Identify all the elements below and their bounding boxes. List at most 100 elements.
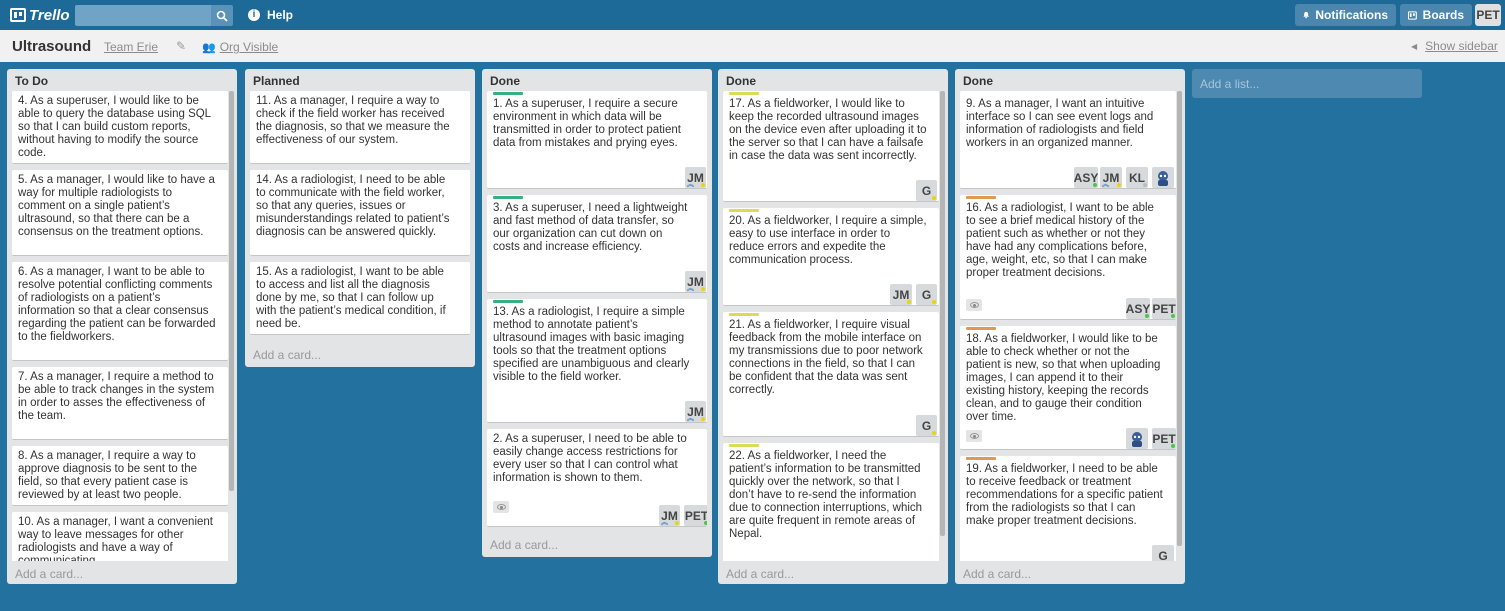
card[interactable]: 9. As a manager, I want an intuitive int… (960, 91, 1176, 189)
member-avatar-jm[interactable]: JM ︽ (685, 401, 706, 422)
card-label-yellow (729, 444, 759, 447)
logo-text: Trello (29, 6, 70, 24)
top-header: Trello i Help Notifications Boards PET (0, 0, 1505, 30)
chevrons-icon: ︽ (687, 181, 694, 188)
card-text: 9. As a manager, I want an intuitive int… (966, 98, 1154, 149)
card-text: 1. As a superuser, I require a secure en… (493, 98, 681, 149)
boards-button[interactable]: Boards (1400, 4, 1472, 26)
add-card-link[interactable]: Add a card... (15, 567, 83, 581)
card-container: 9. As a manager, I want an intuitive int… (960, 91, 1176, 561)
add-card-link[interactable]: Add a card... (490, 538, 558, 552)
card-text: 13. As a radiologist, I require a simple… (493, 306, 690, 383)
list-title[interactable]: Done (726, 74, 756, 88)
visibility-label: Org Visible (219, 40, 279, 54)
card-text: 16. As a radiologist, I want to be able … (966, 202, 1154, 279)
member-avatar-g[interactable]: G (916, 284, 937, 305)
member-avatar-g[interactable]: G (1152, 545, 1174, 561)
help-link[interactable]: i Help (248, 8, 293, 22)
scrollbar[interactable] (229, 91, 234, 491)
member-avatar-jm[interactable]: JM ︽ (685, 167, 706, 188)
card[interactable]: 6. As a manager, I want to be able to re… (12, 262, 228, 361)
member-avatar-pet[interactable]: PET (1152, 298, 1176, 319)
user-avatar[interactable]: PET (1475, 4, 1501, 26)
add-list-input[interactable]: Add a list... (1192, 69, 1422, 98)
card[interactable]: 5. As a manager, I would like to have a … (12, 170, 228, 256)
card-text: 11. As a manager, I require a way to che… (256, 95, 450, 146)
card-text: 14. As a radiologist, I need to be able … (256, 174, 450, 238)
card[interactable]: 2. As a superuser, I need to be able to … (487, 429, 707, 527)
robot-avatar-icon[interactable] (1152, 167, 1174, 188)
list-done-2: Done 17. As a fieldworker, I would like … (718, 69, 948, 584)
scrollbar[interactable] (940, 91, 945, 536)
edit-pencil-icon[interactable]: ✎ (176, 39, 186, 53)
visibility-link[interactable]: 👥 Org Visible (202, 40, 278, 54)
search-input[interactable] (75, 5, 211, 26)
show-sidebar-link[interactable]: ◀ Show sidebar (1411, 39, 1498, 53)
card-label-yellow (729, 209, 759, 212)
card-text: 7. As a manager, I require a method to b… (18, 371, 215, 422)
member-avatar-kl[interactable]: KL (1126, 167, 1148, 188)
chevrons-icon: ︽ (687, 415, 694, 422)
card[interactable]: 17. As a fieldworker, I would like to ke… (723, 91, 939, 202)
notifications-button[interactable]: Notifications (1295, 4, 1396, 26)
scrollbar[interactable] (1177, 91, 1182, 546)
member-avatar-asy[interactable]: ASY (1126, 298, 1150, 319)
search-button[interactable] (211, 5, 233, 26)
add-card-link[interactable]: Add a card... (963, 567, 1031, 581)
card[interactable]: 10. As a manager, I want a convenient wa… (12, 512, 228, 561)
watch-eye-icon (966, 299, 982, 311)
chevrons-icon: ︽ (1102, 181, 1109, 188)
card-label-yellow (729, 92, 759, 95)
bell-icon (1303, 11, 1310, 19)
add-card-link[interactable]: Add a card... (726, 567, 794, 581)
member-avatar-pet[interactable]: PET (684, 505, 707, 526)
board-title[interactable]: Ultrasound (12, 38, 91, 55)
card-text: 10. As a manager, I want a convenient wa… (18, 516, 213, 561)
card[interactable]: 21. As a fieldworker, I require visual f… (723, 312, 939, 437)
card-text: 20. As a fieldworker, I require a simple… (729, 215, 927, 266)
board-team-link[interactable]: Team Erie (104, 40, 158, 54)
card[interactable]: 18. As a fieldworker, I would like to be… (960, 326, 1176, 450)
robot-avatar-icon[interactable] (1126, 428, 1148, 449)
card[interactable]: 7. As a manager, I require a method to b… (12, 367, 228, 440)
list-title[interactable]: Done (490, 74, 520, 88)
watch-eye-icon (493, 501, 509, 513)
add-card-link[interactable]: Add a card... (253, 348, 321, 362)
card-container: 17. As a fieldworker, I would like to ke… (723, 91, 939, 561)
card[interactable]: 4. As a superuser, I would like to be ab… (12, 91, 228, 164)
card[interactable]: 3. As a superuser, I need a lightweight … (487, 195, 707, 293)
card-label-orange (966, 327, 996, 330)
member-avatar-asy[interactable]: ASY (1074, 167, 1098, 188)
member-avatar-g[interactable]: G (916, 180, 937, 201)
card[interactable]: 20. As a fieldworker, I require a simple… (723, 208, 939, 306)
board-header: Ultrasound Team Erie ✎ 👥 Org Visible ◀ S… (0, 30, 1505, 62)
card-container: 1. As a superuser, I require a secure en… (487, 91, 707, 537)
card-text: 17. As a fieldworker, I would like to ke… (729, 98, 927, 162)
card[interactable]: 19. As a fieldworker, I need to be able … (960, 456, 1176, 561)
list-title[interactable]: Planned (253, 74, 300, 88)
card-text: 2. As a superuser, I need to be able to … (493, 433, 687, 484)
member-avatar-pet[interactable]: PET (1152, 428, 1176, 449)
card[interactable]: 15. As a radiologist, I want to be able … (250, 262, 470, 335)
card[interactable]: 14. As a radiologist, I need to be able … (250, 170, 470, 256)
member-avatar-g[interactable]: G (916, 415, 937, 436)
card[interactable]: 1. As a superuser, I require a secure en… (487, 91, 707, 189)
member-avatar-jm[interactable]: JM ︽ (685, 271, 706, 292)
member-avatar-jm[interactable]: JM ︽ (659, 505, 680, 526)
card[interactable]: 13. As a radiologist, I require a simple… (487, 299, 707, 423)
list-done-1: Done 1. As a superuser, I require a secu… (482, 69, 712, 557)
member-avatar-jm[interactable]: JM (890, 284, 912, 305)
card[interactable]: 22. As a fieldworker, I need the patient… (723, 443, 939, 561)
list-title[interactable]: To Do (15, 74, 48, 88)
chevrons-icon: ︽ (687, 285, 694, 292)
trello-logo[interactable]: Trello (10, 6, 70, 24)
card-container: 4. As a superuser, I would like to be ab… (12, 91, 228, 561)
card-container: 11. As a manager, I require a way to che… (250, 91, 470, 341)
card-label-orange (966, 457, 996, 460)
card[interactable]: 8. As a manager, I require a way to appr… (12, 446, 228, 506)
card[interactable]: 16. As a radiologist, I want to be able … (960, 195, 1176, 320)
card[interactable]: 11. As a manager, I require a way to che… (250, 91, 470, 164)
notifications-label: Notifications (1315, 8, 1388, 22)
list-title[interactable]: Done (963, 74, 993, 88)
member-avatar-jm[interactable]: JM ︽ (1100, 167, 1122, 188)
